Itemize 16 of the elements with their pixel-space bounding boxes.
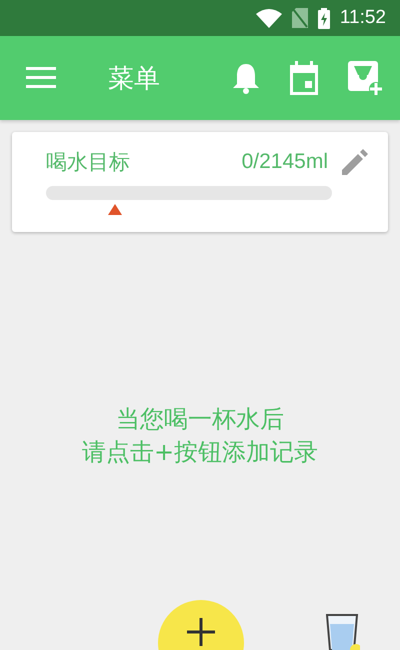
no-sim-icon — [292, 8, 308, 28]
battery-charging-icon — [318, 8, 330, 28]
status-time: 11:52 — [340, 7, 386, 29]
plus-icon — [187, 618, 215, 646]
photo-add-icon[interactable] — [348, 61, 382, 95]
calendar-icon[interactable] — [288, 61, 320, 95]
wifi-icon — [256, 8, 282, 28]
empty-message: 当您喝一杯水后 — [116, 404, 284, 435]
goal-amount: 0/2145ml — [242, 150, 328, 174]
empty-message: 请点击+按钮添加记录 — [82, 437, 318, 468]
goal-title: 喝水目标 — [46, 149, 130, 176]
app-title: 菜单 — [108, 62, 160, 96]
menu-icon[interactable] — [26, 67, 56, 89]
bell-icon[interactable] — [232, 62, 260, 94]
glass-icon[interactable] — [326, 614, 360, 650]
edit-icon[interactable] — [342, 149, 368, 175]
